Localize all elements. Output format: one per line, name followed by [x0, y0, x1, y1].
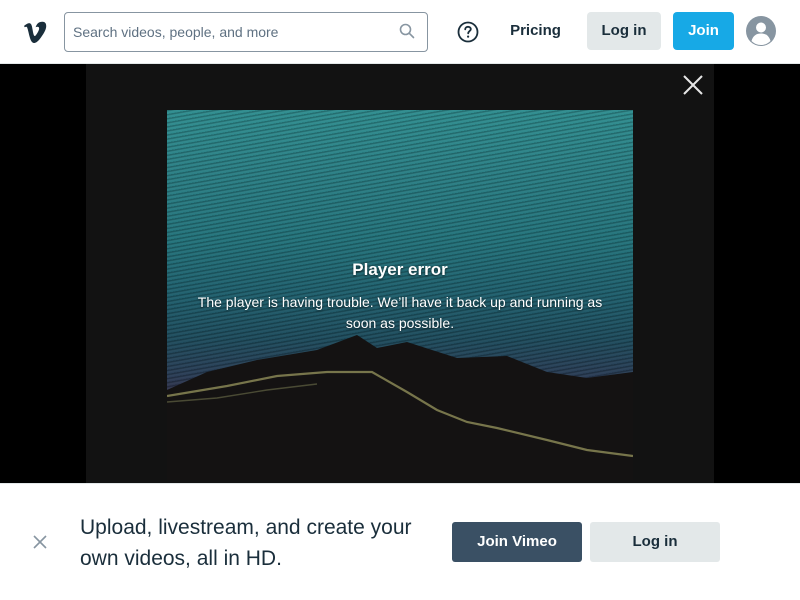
- search-box[interactable]: [64, 12, 428, 52]
- close-icon[interactable]: [32, 534, 48, 550]
- join-button[interactable]: Join: [673, 12, 734, 50]
- search-input[interactable]: [73, 13, 393, 51]
- help-circle-icon[interactable]: [457, 21, 479, 43]
- pricing-link[interactable]: Pricing: [498, 12, 573, 50]
- join-vimeo-button[interactable]: Join Vimeo: [452, 522, 582, 562]
- signup-banner: Upload, livestream, and create your own …: [0, 483, 800, 600]
- banner-login-button[interactable]: Log in: [590, 522, 720, 562]
- player-error-title: Player error: [352, 260, 448, 279]
- user-avatar-icon[interactable]: [746, 16, 776, 46]
- banner-headline: Upload, livestream, and create your own …: [80, 516, 412, 570]
- search-icon[interactable]: [399, 23, 415, 39]
- close-icon[interactable]: [682, 74, 704, 96]
- vimeo-logo-icon[interactable]: [22, 17, 50, 45]
- top-navbar: Pricing Log in Join: [0, 0, 800, 64]
- player-error-message: The player is having trouble. We’ll have…: [197, 294, 603, 331]
- login-button[interactable]: Log in: [587, 12, 661, 50]
